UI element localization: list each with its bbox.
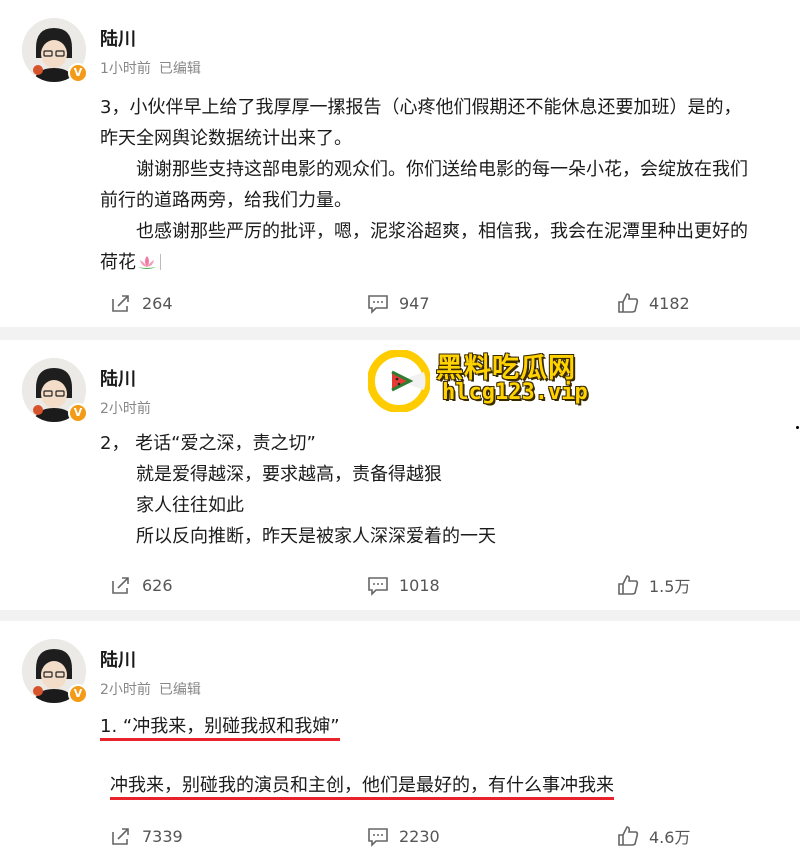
post-text-line: 1. “冲我来，别碰我叔和我婶” — [100, 716, 340, 741]
post-text-line: 昨天全网舆论数据统计出来了。 — [100, 128, 352, 149]
post-text-line: 荷花 — [100, 252, 136, 273]
post-body: 3，小伙伴早上给了我厚厚一摞报告（心疼他们假期还不能休息还要加班）是的， 昨天全… — [100, 92, 790, 278]
post-time: 1小时前 — [100, 61, 151, 77]
comment-icon — [368, 295, 388, 314]
watermark-url: hlcg123.vip — [442, 380, 588, 405]
post-text-line: 3，小伙伴早上给了我厚厚一摞报告（心疼他们假期还不能休息还要加班）是的， — [100, 97, 742, 118]
watermark-logo: 黑料吃瓜网 hlcg123.vip — [362, 340, 602, 420]
post-text-line: 也感谢那些严厉的批评，嗯，泥浆浴超爽，相信我，我会在泥潭里种出更好的 — [136, 221, 748, 242]
weibo-post-1: V 陆川 1小时前 已编辑 3，小伙伴早上给了我厚厚一摞报告（心疼他们假期还不能休… — [0, 0, 800, 327]
share-icon — [112, 828, 129, 845]
share-button[interactable]: 626 — [110, 570, 173, 600]
weibo-post-3: V 陆川 2小时前 已编辑 1. “冲我来，别碰我叔和我婶” 7339 2230 … — [0, 621, 800, 864]
post-meta: 2小时前 已编辑 — [100, 679, 201, 699]
stray-dot — [796, 426, 799, 429]
thumbs-up-icon — [618, 293, 639, 313]
share-button[interactable]: 264 — [110, 288, 173, 318]
username[interactable]: 陆川 — [100, 646, 136, 672]
verified-badge-icon: V — [68, 63, 88, 83]
share-icon — [112, 577, 129, 594]
like-button[interactable]: 4182 — [617, 288, 690, 318]
comment-count: 947 — [399, 293, 430, 313]
username[interactable]: 陆川 — [100, 25, 136, 51]
post-time: 2小时前 — [100, 401, 151, 417]
comment-icon — [368, 828, 388, 847]
share-button[interactable]: 7339 — [110, 821, 183, 851]
share-count: 626 — [142, 575, 173, 595]
comment-count: 2230 — [399, 826, 440, 846]
post-text-line-underlined: 1. “冲我来，别碰我叔和我婶” — [100, 711, 790, 742]
post-text-line-last: 荷花 — [100, 247, 790, 278]
lotus-emoji-icon — [138, 256, 156, 269]
username[interactable]: 陆川 — [100, 365, 136, 391]
like-count: 4182 — [649, 293, 690, 313]
like-count: 4.6万 — [649, 828, 691, 847]
watermelon-logo-icon — [368, 350, 430, 412]
post-text-line: 就是爱得越深，要求越高，责备得越狠 — [136, 464, 442, 485]
share-icon — [112, 295, 129, 312]
comment-button[interactable]: 2230 — [367, 821, 440, 851]
quoted-statement: 冲我来，别碰我的演员和主创，他们是最好的，有什么事冲我来 — [110, 770, 670, 801]
share-count: 264 — [142, 293, 173, 313]
post-text-line: 家人往往如此 — [136, 495, 244, 516]
share-count: 7339 — [142, 826, 183, 846]
post-meta: 1小时前 已编辑 — [100, 58, 201, 78]
post-actions: 264 947 4182 — [0, 288, 800, 318]
post-time: 2小时前 — [100, 682, 151, 698]
post-body: 2， 老话“爱之深，责之切” 就是爱得越深，要求越高，责备得越狠 家人往往如此 … — [100, 428, 790, 552]
edited-label[interactable]: 已编辑 — [159, 682, 201, 698]
like-button[interactable]: 4.6万 — [617, 821, 690, 851]
text-cursor — [160, 254, 161, 270]
like-button[interactable]: 1.5万 — [617, 570, 690, 600]
like-count: 1.5万 — [649, 577, 691, 596]
post-actions: 7339 2230 4.6万 — [0, 821, 800, 851]
post-text-line: 所以反向推断，昨天是被家人深深爱着的一天 — [136, 526, 496, 547]
post-text-line: 前行的道路两旁，给我们力量。 — [100, 190, 352, 211]
post-body: 1. “冲我来，别碰我叔和我婶” — [100, 711, 790, 742]
post-text-line: 谢谢那些支持这部电影的观众们。你们送给电影的每一朵小花，会绽放在我们 — [136, 159, 748, 180]
thumbs-up-icon — [618, 575, 639, 595]
verified-badge-icon: V — [68, 403, 88, 423]
comment-count: 1018 — [399, 575, 440, 595]
comment-button[interactable]: 1018 — [367, 570, 440, 600]
thumbs-up-icon — [618, 826, 639, 846]
edited-label[interactable]: 已编辑 — [159, 61, 201, 77]
comment-icon — [368, 577, 388, 596]
post-actions: 626 1018 1.5万 — [0, 570, 800, 600]
post-meta: 2小时前 — [100, 398, 151, 418]
verified-badge-icon: V — [68, 684, 88, 704]
comment-button[interactable]: 947 — [367, 288, 430, 318]
post-text-line: 冲我来，别碰我的演员和主创，他们是最好的，有什么事冲我来 — [110, 775, 614, 800]
post-text-line: 2， 老话“爱之深，责之切” — [100, 433, 316, 454]
